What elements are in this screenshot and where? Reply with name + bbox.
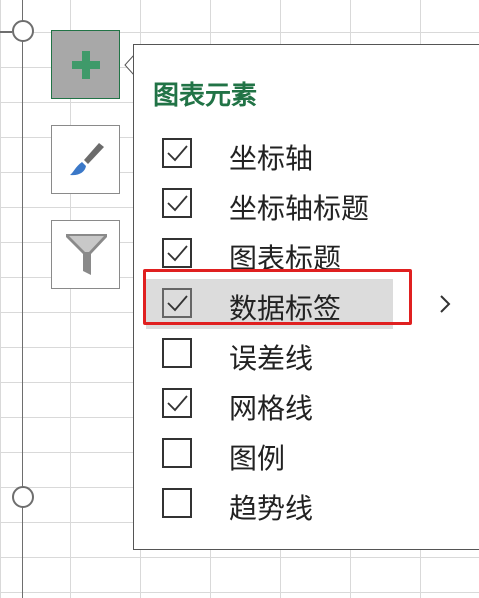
chart-element-item[interactable]: 坐标轴 — [134, 129, 479, 179]
item-label: 坐标轴 — [229, 142, 314, 175]
item-label: 趋势线 — [229, 492, 314, 525]
item-checkbox[interactable] — [162, 188, 192, 218]
item-label: 误差线 — [229, 342, 314, 375]
item-checkbox[interactable] — [162, 388, 192, 418]
chart-area-edge — [0, 31, 12, 33]
funnel-icon — [66, 234, 107, 275]
chart-area-border — [22, 0, 23, 598]
checkmark-icon — [167, 145, 188, 162]
paintbrush-icon — [70, 143, 104, 176]
resize-handle-top[interactable] — [12, 20, 34, 42]
chart-filters-button[interactable] — [51, 220, 120, 289]
resize-handle-middle[interactable] — [12, 486, 34, 508]
chart-element-item[interactable]: 误差线 — [134, 329, 479, 379]
item-checkbox[interactable] — [162, 238, 192, 268]
annotation-highlight — [143, 269, 412, 325]
item-label: 坐标轴标题 — [229, 192, 370, 225]
chevron-right-icon[interactable] — [438, 293, 452, 315]
checkmark-icon — [167, 245, 188, 262]
chart-element-item[interactable]: 坐标轴标题 — [134, 179, 479, 229]
checkmark-icon — [167, 195, 188, 212]
chart-styles-button[interactable] — [51, 125, 120, 194]
plus-icon — [72, 51, 100, 79]
chart-element-item[interactable]: 趋势线 — [134, 479, 479, 529]
chart-elements-button[interactable] — [51, 30, 120, 99]
item-checkbox[interactable] — [162, 488, 192, 518]
item-checkbox[interactable] — [162, 338, 192, 368]
chart-element-item[interactable]: 图例 — [134, 429, 479, 479]
panel-title: 图表元素 — [153, 81, 258, 111]
checkmark-icon — [167, 395, 188, 412]
item-checkbox[interactable] — [162, 438, 192, 468]
item-label: 图例 — [229, 442, 286, 475]
chart-element-item[interactable]: 网格线 — [134, 379, 479, 429]
item-label: 网格线 — [229, 392, 314, 425]
item-checkbox[interactable] — [162, 138, 192, 168]
